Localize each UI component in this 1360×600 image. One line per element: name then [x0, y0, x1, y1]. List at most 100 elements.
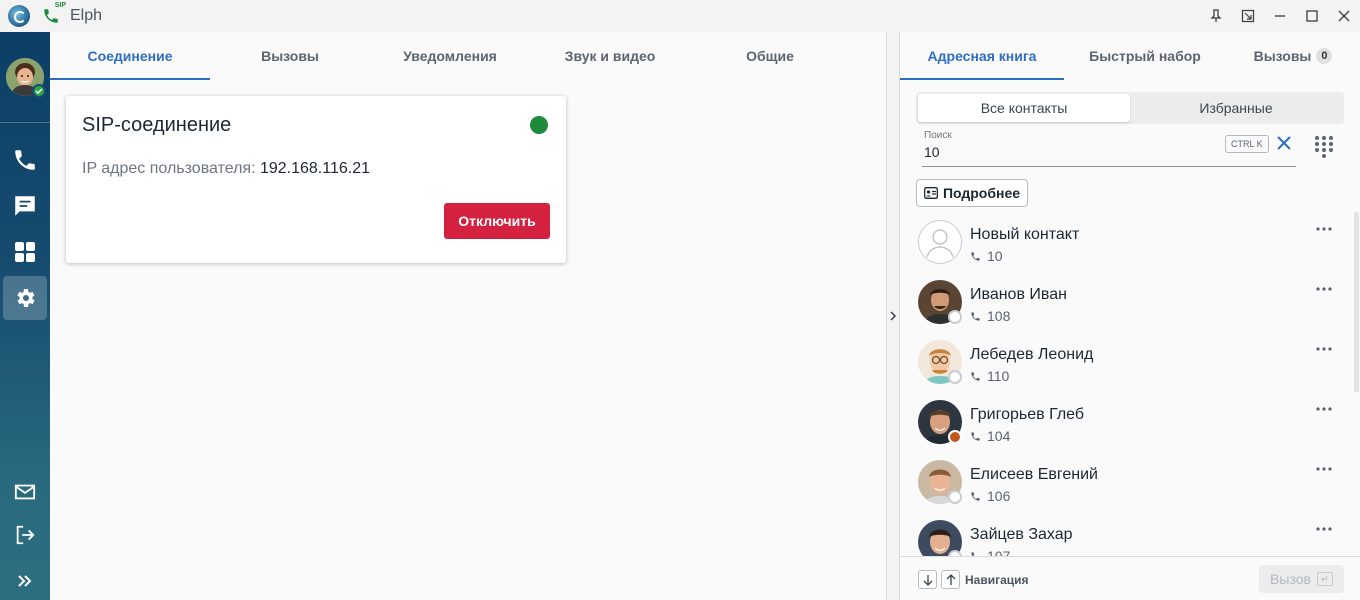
tab-general[interactable]: Общие: [690, 32, 850, 80]
offline-status-icon: [948, 370, 962, 384]
phone-icon: [15, 150, 35, 170]
contact-number-text: 108: [987, 308, 1011, 324]
tab-recent-calls[interactable]: Вызовы 0: [1226, 32, 1360, 80]
contact-card-icon: [923, 187, 938, 199]
more-options-icon[interactable]: [1314, 344, 1334, 354]
clear-search-icon[interactable]: [1274, 133, 1294, 153]
contacts-scrollbar[interactable]: [1352, 212, 1360, 556]
navigation-hint: Навигация: [965, 573, 1029, 587]
tab-speed-dial[interactable]: Быстрый набор: [1064, 32, 1226, 80]
sip-phone-icon: SIP: [40, 2, 66, 27]
sidebar-item-chat[interactable]: [3, 184, 47, 228]
list-item[interactable]: Григорьев Глеб 104: [900, 392, 1352, 452]
tab-notifications[interactable]: Уведомления: [370, 32, 530, 80]
sidebar: [0, 32, 50, 600]
contact-number-text: 104: [987, 428, 1011, 444]
app-logo-icon: [8, 5, 30, 27]
contact-number-text: 10: [987, 248, 1003, 264]
call-button[interactable]: Вызов ↵: [1259, 565, 1344, 593]
sidebar-divider: [0, 122, 50, 123]
settings-panel: Соединение Вызовы Уведомления Звук и вид…: [50, 32, 888, 600]
arrow-up-icon: [941, 570, 960, 589]
expand-chevrons-icon: [18, 575, 32, 587]
card-title: SIP-соединение: [82, 114, 232, 136]
search-shortcut-hint: CTRL K: [1225, 135, 1269, 153]
sidebar-item-apps[interactable]: [3, 230, 47, 274]
contact-number: 108: [970, 308, 1010, 324]
contact-number: 10: [970, 248, 1003, 264]
compact-mode-icon[interactable]: [1232, 0, 1264, 32]
contacts-panel: Адресная книга Быстрый набор Вызовы 0 Вс…: [900, 32, 1360, 600]
more-options-icon[interactable]: [1314, 464, 1334, 474]
ip-address-value: 192.168.116.21: [259, 160, 370, 177]
apps-grid-icon: [15, 242, 35, 262]
close-icon[interactable]: [1328, 0, 1360, 32]
contact-number-text: 106: [987, 488, 1011, 504]
disconnect-button[interactable]: Отключить: [444, 203, 550, 239]
tab-audio-video[interactable]: Звук и видео: [530, 32, 690, 80]
online-status-icon: [32, 84, 46, 98]
user-avatar[interactable]: [6, 58, 46, 98]
dialpad-icon[interactable]: [1314, 135, 1334, 159]
list-item[interactable]: Лебедев Леонид 110: [900, 332, 1352, 392]
sidebar-item-logout[interactable]: [3, 513, 47, 557]
window-title: Elph: [70, 7, 103, 24]
search-label: Поиск: [924, 130, 952, 141]
contact-name: Новый контакт: [970, 226, 1080, 243]
sidebar-expand-button[interactable]: [3, 559, 47, 600]
sidebar-item-mail[interactable]: [3, 470, 47, 514]
details-button[interactable]: Подробнее: [916, 179, 1028, 207]
contact-number: 107: [970, 548, 1010, 556]
more-options-icon[interactable]: [1314, 524, 1334, 534]
chevron-right-icon: [890, 311, 897, 321]
filter-favorites[interactable]: Избранные: [1130, 94, 1342, 122]
gear-icon: [17, 289, 35, 307]
minimize-icon[interactable]: [1264, 0, 1296, 32]
sip-connection-card: SIP-соединение IP адрес пользователя: 19…: [66, 96, 566, 263]
tab-address-book[interactable]: Адресная книга: [900, 32, 1064, 80]
contact-placeholder-avatar: [918, 220, 962, 264]
panel-collapse-handle[interactable]: [886, 32, 900, 600]
contact-number: 106: [970, 488, 1010, 504]
settings-tabs: Соединение Вызовы Уведомления Звук и вид…: [50, 32, 850, 80]
contact-number-text: 107: [987, 548, 1011, 556]
phone-icon: [971, 491, 980, 501]
calls-count-badge: 0: [1316, 48, 1333, 64]
sidebar-item-settings[interactable]: [3, 276, 47, 320]
tab-connection[interactable]: Соединение: [50, 32, 210, 80]
contact-number: 104: [970, 428, 1010, 444]
contacts-tabs: Адресная книга Быстрый набор Вызовы 0: [900, 32, 1360, 80]
contacts-filter-segment: Все контакты Избранные: [916, 92, 1344, 124]
pin-icon[interactable]: [1200, 0, 1232, 32]
ip-address-label: IP адрес пользователя:: [82, 160, 256, 177]
more-options-icon[interactable]: [1314, 224, 1334, 234]
mail-icon: [14, 484, 36, 500]
more-options-icon[interactable]: [1314, 404, 1334, 414]
list-item[interactable]: Новый контакт 10: [900, 212, 1352, 272]
contact-number: 110: [970, 368, 1009, 384]
contact-name: Елисеев Евгений: [970, 466, 1098, 483]
phone-icon: [971, 431, 980, 441]
scrollbar-thumb[interactable]: [1354, 212, 1359, 392]
search-field: Поиск CTRL K: [922, 128, 1296, 167]
filter-all-contacts[interactable]: Все контакты: [918, 94, 1130, 122]
maximize-icon[interactable]: [1296, 0, 1328, 32]
list-item[interactable]: Елисеев Евгений 106: [900, 452, 1352, 512]
list-item[interactable]: Зайцев Захар 107: [900, 512, 1352, 556]
away-status-icon: [948, 430, 962, 444]
logout-icon: [16, 525, 35, 545]
list-item[interactable]: Иванов Иван 108: [900, 272, 1352, 332]
more-options-icon[interactable]: [1314, 284, 1334, 294]
arrow-down-icon: [918, 570, 937, 589]
contact-name: Лебедев Леонид: [970, 346, 1094, 363]
contact-name: Григорьев Глеб: [970, 406, 1085, 423]
offline-status-icon: [948, 310, 962, 324]
chat-icon: [15, 196, 35, 216]
search-input[interactable]: [924, 143, 1214, 161]
ip-address-row: IP адрес пользователя: 192.168.116.21: [82, 160, 370, 178]
tab-calls[interactable]: Вызовы: [210, 32, 370, 80]
contact-number-text: 110: [987, 368, 1010, 384]
contact-name: Зайцев Захар: [970, 526, 1073, 543]
sidebar-item-calls[interactable]: [3, 138, 47, 182]
call-button-label: Вызов: [1270, 571, 1311, 587]
